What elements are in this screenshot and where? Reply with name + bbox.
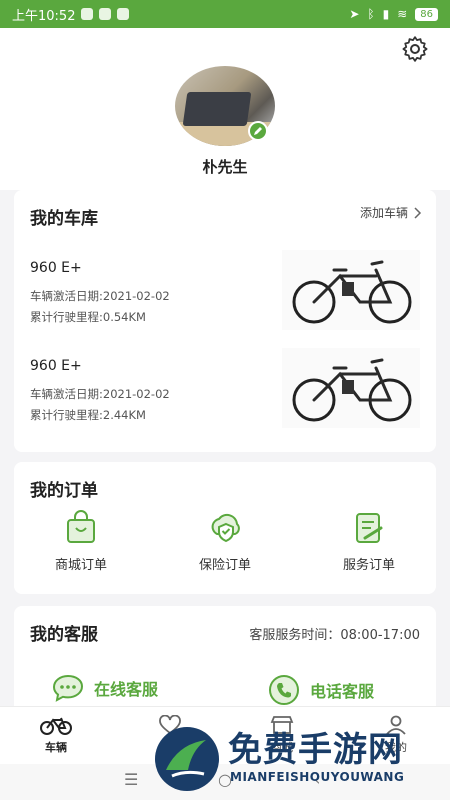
vehicle-activation-date: 车辆激活日期:2021-02-02	[30, 387, 170, 401]
watermark-subtitle: MIANFEISHOUYOUWANG	[230, 770, 405, 784]
shopping-bag-icon	[67, 510, 95, 543]
vehicle-name: 960 E+	[30, 358, 82, 374]
service-hours: 客服服务时间：08:00-17:00	[249, 628, 420, 643]
chat-bubble-icon	[52, 674, 84, 702]
bicycle-icon	[40, 717, 72, 735]
status-time: 上午10:52	[12, 8, 76, 24]
service-title: 我的客服	[30, 625, 98, 645]
orders-card: 我的订单 商城订单 保险订单 服务订单	[14, 462, 436, 594]
add-vehicle-button[interactable]: 添加车辆	[360, 204, 422, 221]
vehicle-activation-date: 车辆激活日期:2021-02-02	[30, 289, 170, 303]
watermark-title: 免费手游网	[228, 730, 403, 770]
service-clipboard-icon	[356, 513, 383, 543]
status-bar: 上午10:52 ➤ ᛒ ▮ ≋ 86	[0, 0, 450, 28]
vehicle-item[interactable]: 960 E+ 车辆激活日期:2021-02-02 累计行驶里程:0.54KM	[14, 248, 436, 338]
garage-card: 我的车库 添加车辆 960 E+ 车辆激活日期:2021-02-02 累计行驶里…	[14, 190, 436, 452]
garage-title: 我的车库	[30, 209, 98, 229]
app-notification-icon-2	[117, 8, 130, 20]
vehicle-mileage: 累计行驶里程:0.54KM	[30, 310, 146, 324]
mall-orders-label: 商城订单	[54, 558, 107, 573]
signal-icon: ▮	[382, 7, 390, 21]
add-vehicle-label: 添加车辆	[359, 206, 408, 220]
insurance-orders-button[interactable]: 保险订单	[170, 510, 280, 580]
insurance-shield-icon	[211, 513, 240, 543]
phone-service-button[interactable]: 电话客服	[268, 674, 374, 706]
user-name: 朴先生	[202, 158, 248, 176]
wifi-icon: ≋	[397, 7, 408, 21]
service-orders-label: 服务订单	[342, 558, 395, 573]
tab-vehicles-label: 车辆	[45, 741, 67, 754]
service-orders-button[interactable]: 服务订单	[314, 510, 424, 580]
phone-service-label: 电话客服	[310, 682, 375, 701]
bluetooth-icon: ᛒ	[367, 7, 375, 21]
mall-orders-button[interactable]: 商城订单	[26, 510, 136, 580]
location-icon: ➤	[349, 7, 360, 21]
online-service-button[interactable]: 在线客服	[52, 674, 158, 702]
watermark: 免费手游网 MIANFEISHOUYOUWANG	[152, 718, 448, 800]
settings-gear-icon[interactable]	[400, 34, 430, 64]
app-notification-icon	[99, 8, 112, 20]
orders-title: 我的订单	[30, 481, 98, 501]
chevron-right-icon	[414, 206, 422, 219]
online-service-label: 在线客服	[94, 680, 159, 699]
notification-icon	[81, 8, 94, 20]
e-bike-image	[282, 250, 420, 330]
phone-icon	[269, 675, 299, 705]
vehicle-mileage: 累计行驶里程:2.44KM	[30, 408, 146, 422]
vehicle-item[interactable]: 960 E+ 车辆激活日期:2021-02-02 累计行驶里程:2.44KM	[14, 346, 436, 436]
battery-indicator: 86	[415, 7, 438, 21]
insurance-orders-label: 保险订单	[198, 558, 251, 573]
avatar-photo-laptop	[182, 92, 252, 126]
profile-header: 朴先生	[0, 28, 450, 190]
vehicle-name: 960 E+	[30, 260, 82, 276]
watermark-logo-icon	[155, 727, 219, 791]
menu-nav-icon[interactable]: ☰	[124, 770, 138, 789]
e-bike-image	[282, 348, 420, 428]
avatar-edit-icon[interactable]	[248, 121, 268, 141]
tab-vehicles[interactable]: 车辆	[26, 715, 86, 755]
